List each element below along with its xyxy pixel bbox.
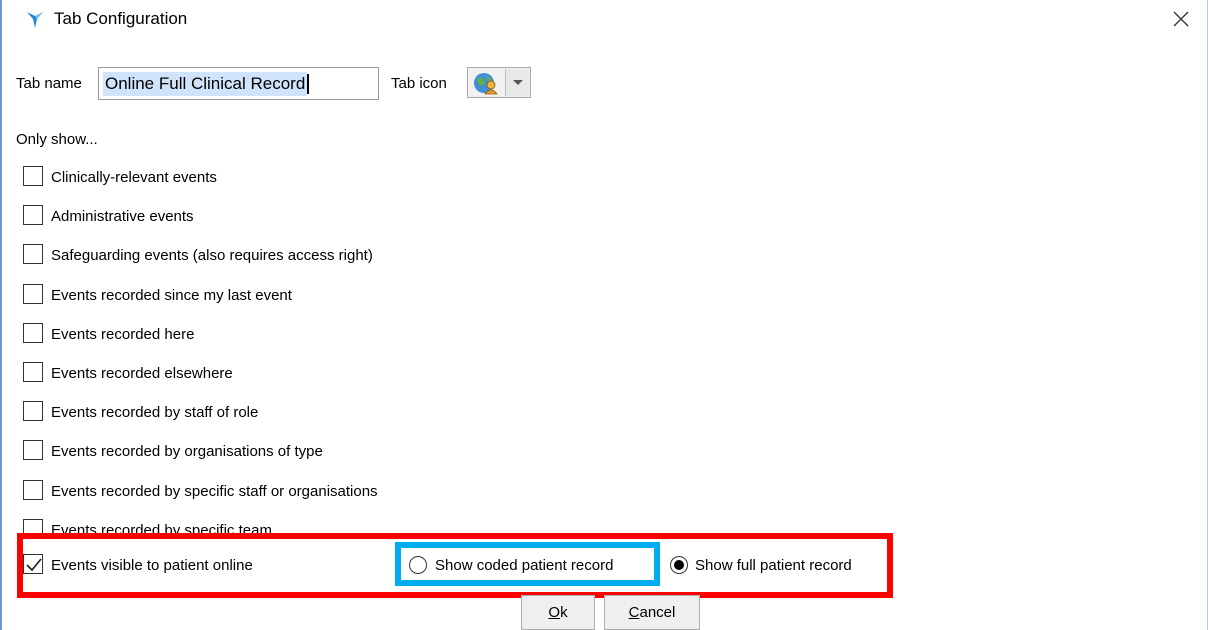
tab-name-input[interactable]: Online Full Clinical Record (98, 67, 379, 100)
filter-label: Events recorded here (51, 326, 195, 343)
filter-checkbox[interactable] (23, 284, 43, 304)
title-bar: Tab Configuration (2, 0, 1207, 38)
chevron-down-button[interactable] (505, 69, 529, 96)
filter-label: Events recorded by specific staff or org… (51, 483, 378, 500)
filter-label: Events recorded since my last event (51, 287, 292, 304)
filter-label: Administrative events (51, 208, 194, 225)
filter-checkbox[interactable] (23, 166, 43, 186)
only-show-label: Only show... (16, 131, 98, 148)
globe-person-icon (474, 73, 498, 95)
filter-checkbox[interactable] (23, 480, 43, 500)
text-caret (307, 73, 310, 94)
chevron-down-icon (513, 80, 523, 85)
filter-checkbox[interactable] (23, 401, 43, 421)
filter-checkbox[interactable] (23, 205, 43, 225)
cancel-mnemonic: C (628, 604, 640, 621)
emis-logo-icon (27, 12, 43, 28)
tab-icon-label: Tab icon (391, 75, 447, 92)
filter-checkbox[interactable] (23, 440, 43, 460)
filter-label: Events recorded by staff of role (51, 404, 259, 421)
ok-button[interactable]: Ok (521, 595, 595, 630)
filter-label: Safeguarding events (also requires acces… (51, 247, 373, 264)
tab-name-value: Online Full Clinical Record (103, 71, 308, 96)
ok-mnemonic: O (548, 604, 561, 621)
dialog-title: Tab Configuration (54, 9, 188, 28)
filter-label: Events recorded elsewhere (51, 365, 233, 382)
tab-name-label: Tab name (16, 75, 82, 92)
filter-label: Events recorded by organisations of type (51, 443, 323, 460)
blue-highlight-box (395, 542, 660, 586)
ok-label: k (560, 604, 568, 621)
cancel-label: ancel (639, 604, 676, 621)
filter-label: Clinically-relevant events (51, 169, 217, 186)
cancel-button[interactable]: Cancel (604, 595, 700, 630)
filter-checkbox[interactable] (23, 323, 43, 343)
filter-checkbox[interactable] (23, 244, 43, 264)
close-icon[interactable] (1163, 4, 1197, 34)
filter-checkbox[interactable] (23, 362, 43, 382)
tab-icon-dropdown[interactable] (467, 67, 531, 98)
tab-configuration-dialog: Tab Configuration Tab name Online Full C… (0, 0, 1208, 630)
